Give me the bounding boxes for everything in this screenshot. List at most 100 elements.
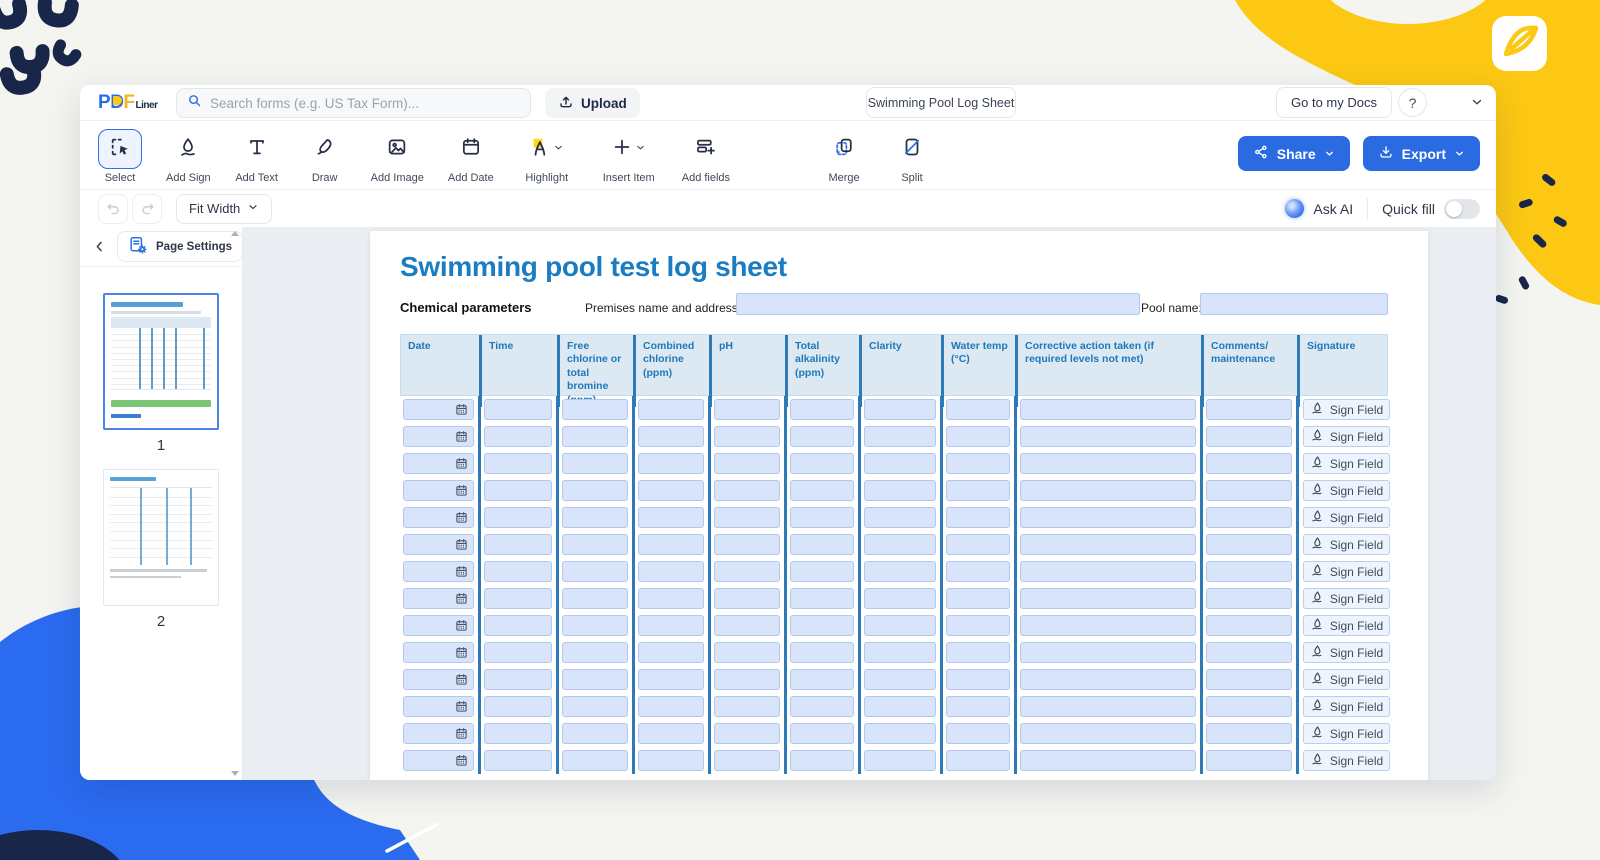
fillable-cell-field[interactable] — [946, 480, 1010, 501]
fillable-cell-field[interactable] — [790, 480, 854, 501]
fillable-cell-field[interactable] — [714, 534, 780, 555]
fillable-cell-field[interactable] — [403, 669, 474, 690]
undo-button[interactable] — [98, 194, 128, 224]
fillable-cell-field[interactable] — [946, 426, 1010, 447]
fillable-cell-field[interactable] — [714, 723, 780, 744]
fillable-cell-field[interactable] — [790, 426, 854, 447]
fillable-cell-field[interactable] — [403, 642, 474, 663]
fillable-cell-field[interactable] — [1020, 723, 1196, 744]
date-calendar-icon[interactable] — [455, 754, 468, 772]
fillable-cell-field[interactable] — [562, 669, 628, 690]
date-calendar-icon[interactable] — [455, 592, 468, 610]
fillable-cell-field[interactable] — [562, 507, 628, 528]
fillable-cell-field[interactable] — [1020, 750, 1196, 771]
fillable-cell-field[interactable] — [864, 534, 936, 555]
fillable-cell-field[interactable] — [1206, 723, 1292, 744]
fillable-cell-field[interactable] — [714, 561, 780, 582]
fillable-cell-field[interactable] — [714, 588, 780, 609]
fillable-cell-field[interactable] — [946, 534, 1010, 555]
page-settings-button[interactable]: Page Settings — [117, 231, 243, 262]
fillable-cell-field[interactable] — [638, 399, 704, 420]
fillable-cell-field[interactable] — [790, 642, 854, 663]
fillable-cell-field[interactable] — [1206, 453, 1292, 474]
fillable-cell-field[interactable] — [638, 480, 704, 501]
date-calendar-icon[interactable] — [455, 511, 468, 529]
tool-insert-item-button[interactable]: Insert Item — [600, 129, 658, 184]
fillable-cell-field[interactable] — [638, 588, 704, 609]
fillable-cell-field[interactable] — [1206, 696, 1292, 717]
tool-add-date-button[interactable]: Add Date — [448, 129, 494, 184]
sign-field-button[interactable]: Sign Field — [1303, 399, 1390, 420]
fillable-cell-field[interactable] — [946, 588, 1010, 609]
fillable-cell-field[interactable] — [403, 561, 474, 582]
fillable-cell-field[interactable] — [484, 588, 552, 609]
fillable-cell-field[interactable] — [562, 588, 628, 609]
date-calendar-icon[interactable] — [455, 403, 468, 421]
date-calendar-icon[interactable] — [455, 538, 468, 556]
share-button[interactable]: Share — [1238, 136, 1350, 171]
help-button[interactable]: ? — [1398, 88, 1427, 117]
fillable-cell-field[interactable] — [1020, 696, 1196, 717]
fillable-cell-field[interactable] — [714, 750, 780, 771]
fillable-cell-field[interactable] — [790, 534, 854, 555]
fillable-cell-field[interactable] — [790, 615, 854, 636]
fillable-cell-field[interactable] — [403, 723, 474, 744]
fillable-cell-field[interactable] — [403, 534, 474, 555]
fillable-cell-field[interactable] — [714, 480, 780, 501]
sign-field-button[interactable]: Sign Field — [1303, 561, 1390, 582]
fillable-cell-field[interactable] — [946, 642, 1010, 663]
fillable-cell-field[interactable] — [562, 534, 628, 555]
fillable-cell-field[interactable] — [790, 399, 854, 420]
fillable-cell-field[interactable] — [1206, 561, 1292, 582]
fillable-cell-field[interactable] — [562, 696, 628, 717]
fillable-cell-field[interactable] — [1020, 615, 1196, 636]
date-calendar-icon[interactable] — [455, 673, 468, 691]
fillable-cell-field[interactable] — [1020, 669, 1196, 690]
fillable-cell-field[interactable] — [1020, 399, 1196, 420]
fillable-cell-field[interactable] — [864, 399, 936, 420]
fillable-cell-field[interactable] — [562, 480, 628, 501]
fillable-cell-field[interactable] — [790, 669, 854, 690]
tool-select-button[interactable]: Select — [98, 129, 142, 184]
scroll-down-icon[interactable] — [231, 771, 239, 776]
ask-ai-button[interactable]: Ask AI — [1285, 199, 1353, 218]
fillable-cell-field[interactable] — [864, 750, 936, 771]
fillable-cell-field[interactable] — [638, 453, 704, 474]
fillable-cell-field[interactable] — [790, 696, 854, 717]
fillable-cell-field[interactable] — [946, 561, 1010, 582]
fillable-cell-field[interactable] — [790, 561, 854, 582]
fillable-cell-field[interactable] — [1020, 480, 1196, 501]
fillable-cell-field[interactable] — [1206, 669, 1292, 690]
fillable-cell-field[interactable] — [946, 750, 1010, 771]
go-to-my-docs-button[interactable]: Go to my Docs — [1276, 87, 1392, 118]
date-calendar-icon[interactable] — [455, 457, 468, 475]
fillable-cell-field[interactable] — [638, 615, 704, 636]
sign-field-button[interactable]: Sign Field — [1303, 642, 1390, 663]
fillable-cell-field[interactable] — [484, 615, 552, 636]
tool-merge-button[interactable]: Merge — [822, 129, 866, 184]
fillable-cell-field[interactable] — [790, 453, 854, 474]
fillable-cell-field[interactable] — [946, 723, 1010, 744]
sidebar-scrollbar[interactable] — [229, 231, 241, 776]
tool-split-button[interactable]: Split — [890, 129, 934, 184]
fillable-cell-field[interactable] — [484, 399, 552, 420]
fillable-cell-field[interactable] — [403, 750, 474, 771]
fillable-cell-field[interactable] — [864, 426, 936, 447]
fillable-cell-field[interactable] — [714, 426, 780, 447]
pool-name-input-field[interactable] — [1200, 293, 1388, 315]
fillable-cell-field[interactable] — [638, 669, 704, 690]
export-button[interactable]: Export — [1363, 136, 1480, 171]
fillable-cell-field[interactable] — [562, 561, 628, 582]
fillable-cell-field[interactable] — [403, 615, 474, 636]
fillable-cell-field[interactable] — [638, 696, 704, 717]
fillable-cell-field[interactable] — [562, 750, 628, 771]
fillable-cell-field[interactable] — [864, 615, 936, 636]
fillable-cell-field[interactable] — [484, 696, 552, 717]
fillable-cell-field[interactable] — [714, 507, 780, 528]
fillable-cell-field[interactable] — [484, 642, 552, 663]
fillable-cell-field[interactable] — [638, 723, 704, 744]
fillable-cell-field[interactable] — [484, 750, 552, 771]
fillable-cell-field[interactable] — [638, 534, 704, 555]
fillable-cell-field[interactable] — [1206, 399, 1292, 420]
fillable-cell-field[interactable] — [1206, 750, 1292, 771]
